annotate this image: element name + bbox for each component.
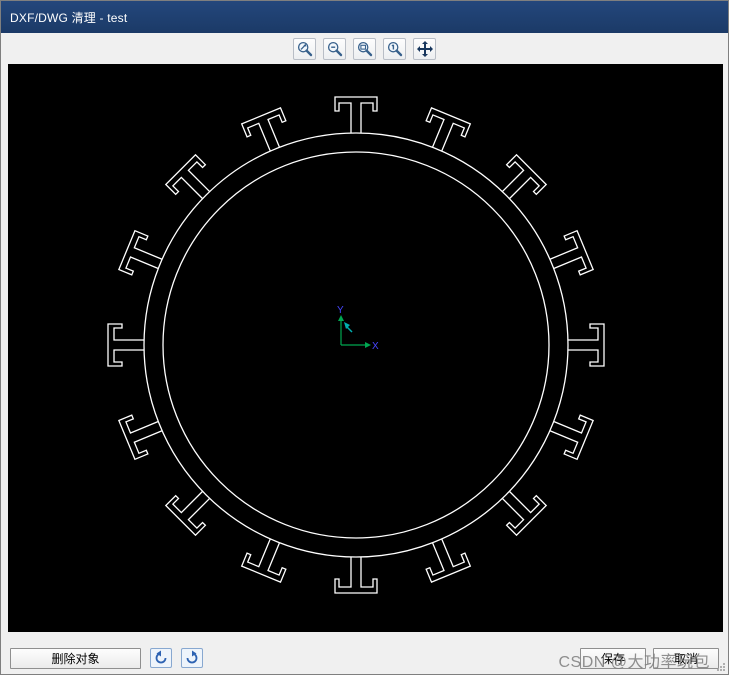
zoom-window-button[interactable] (353, 37, 376, 60)
pan-icon (416, 40, 434, 58)
zoom-window-icon (356, 40, 374, 58)
svg-text:Y: Y (337, 305, 344, 316)
undo-icon (153, 649, 169, 668)
svg-text:X: X (372, 341, 379, 352)
footer-bar: 删除对象 保存 取消 (1, 645, 728, 671)
dxf-cleanup-dialog: DXF/DWG 清理 - test X Y 删除对象 保存 取消 CSDN @大… (0, 0, 729, 675)
zoom-out-icon (326, 40, 344, 58)
toolbar (1, 33, 728, 64)
undo-button[interactable] (150, 648, 172, 668)
cad-svg: XY (107, 96, 605, 594)
save-button[interactable]: 保存 (580, 647, 646, 669)
delete-object-button[interactable]: 删除对象 (10, 647, 141, 669)
zoom-out-button[interactable] (323, 37, 346, 60)
zoom-dynamic-icon (296, 40, 314, 58)
redo-button[interactable] (181, 648, 203, 668)
pan-button[interactable] (413, 37, 436, 60)
resize-grip[interactable] (714, 660, 726, 672)
zoom-one-icon (386, 40, 404, 58)
window-title: DXF/DWG 清理 - test (10, 10, 128, 25)
zoom-dynamic-button[interactable] (293, 37, 316, 60)
zoom-one-button[interactable] (383, 37, 406, 60)
redo-icon (184, 649, 200, 668)
cancel-button[interactable]: 取消 (653, 647, 719, 669)
drawing-canvas[interactable]: XY (8, 64, 723, 632)
title-bar[interactable]: DXF/DWG 清理 - test (1, 1, 728, 33)
